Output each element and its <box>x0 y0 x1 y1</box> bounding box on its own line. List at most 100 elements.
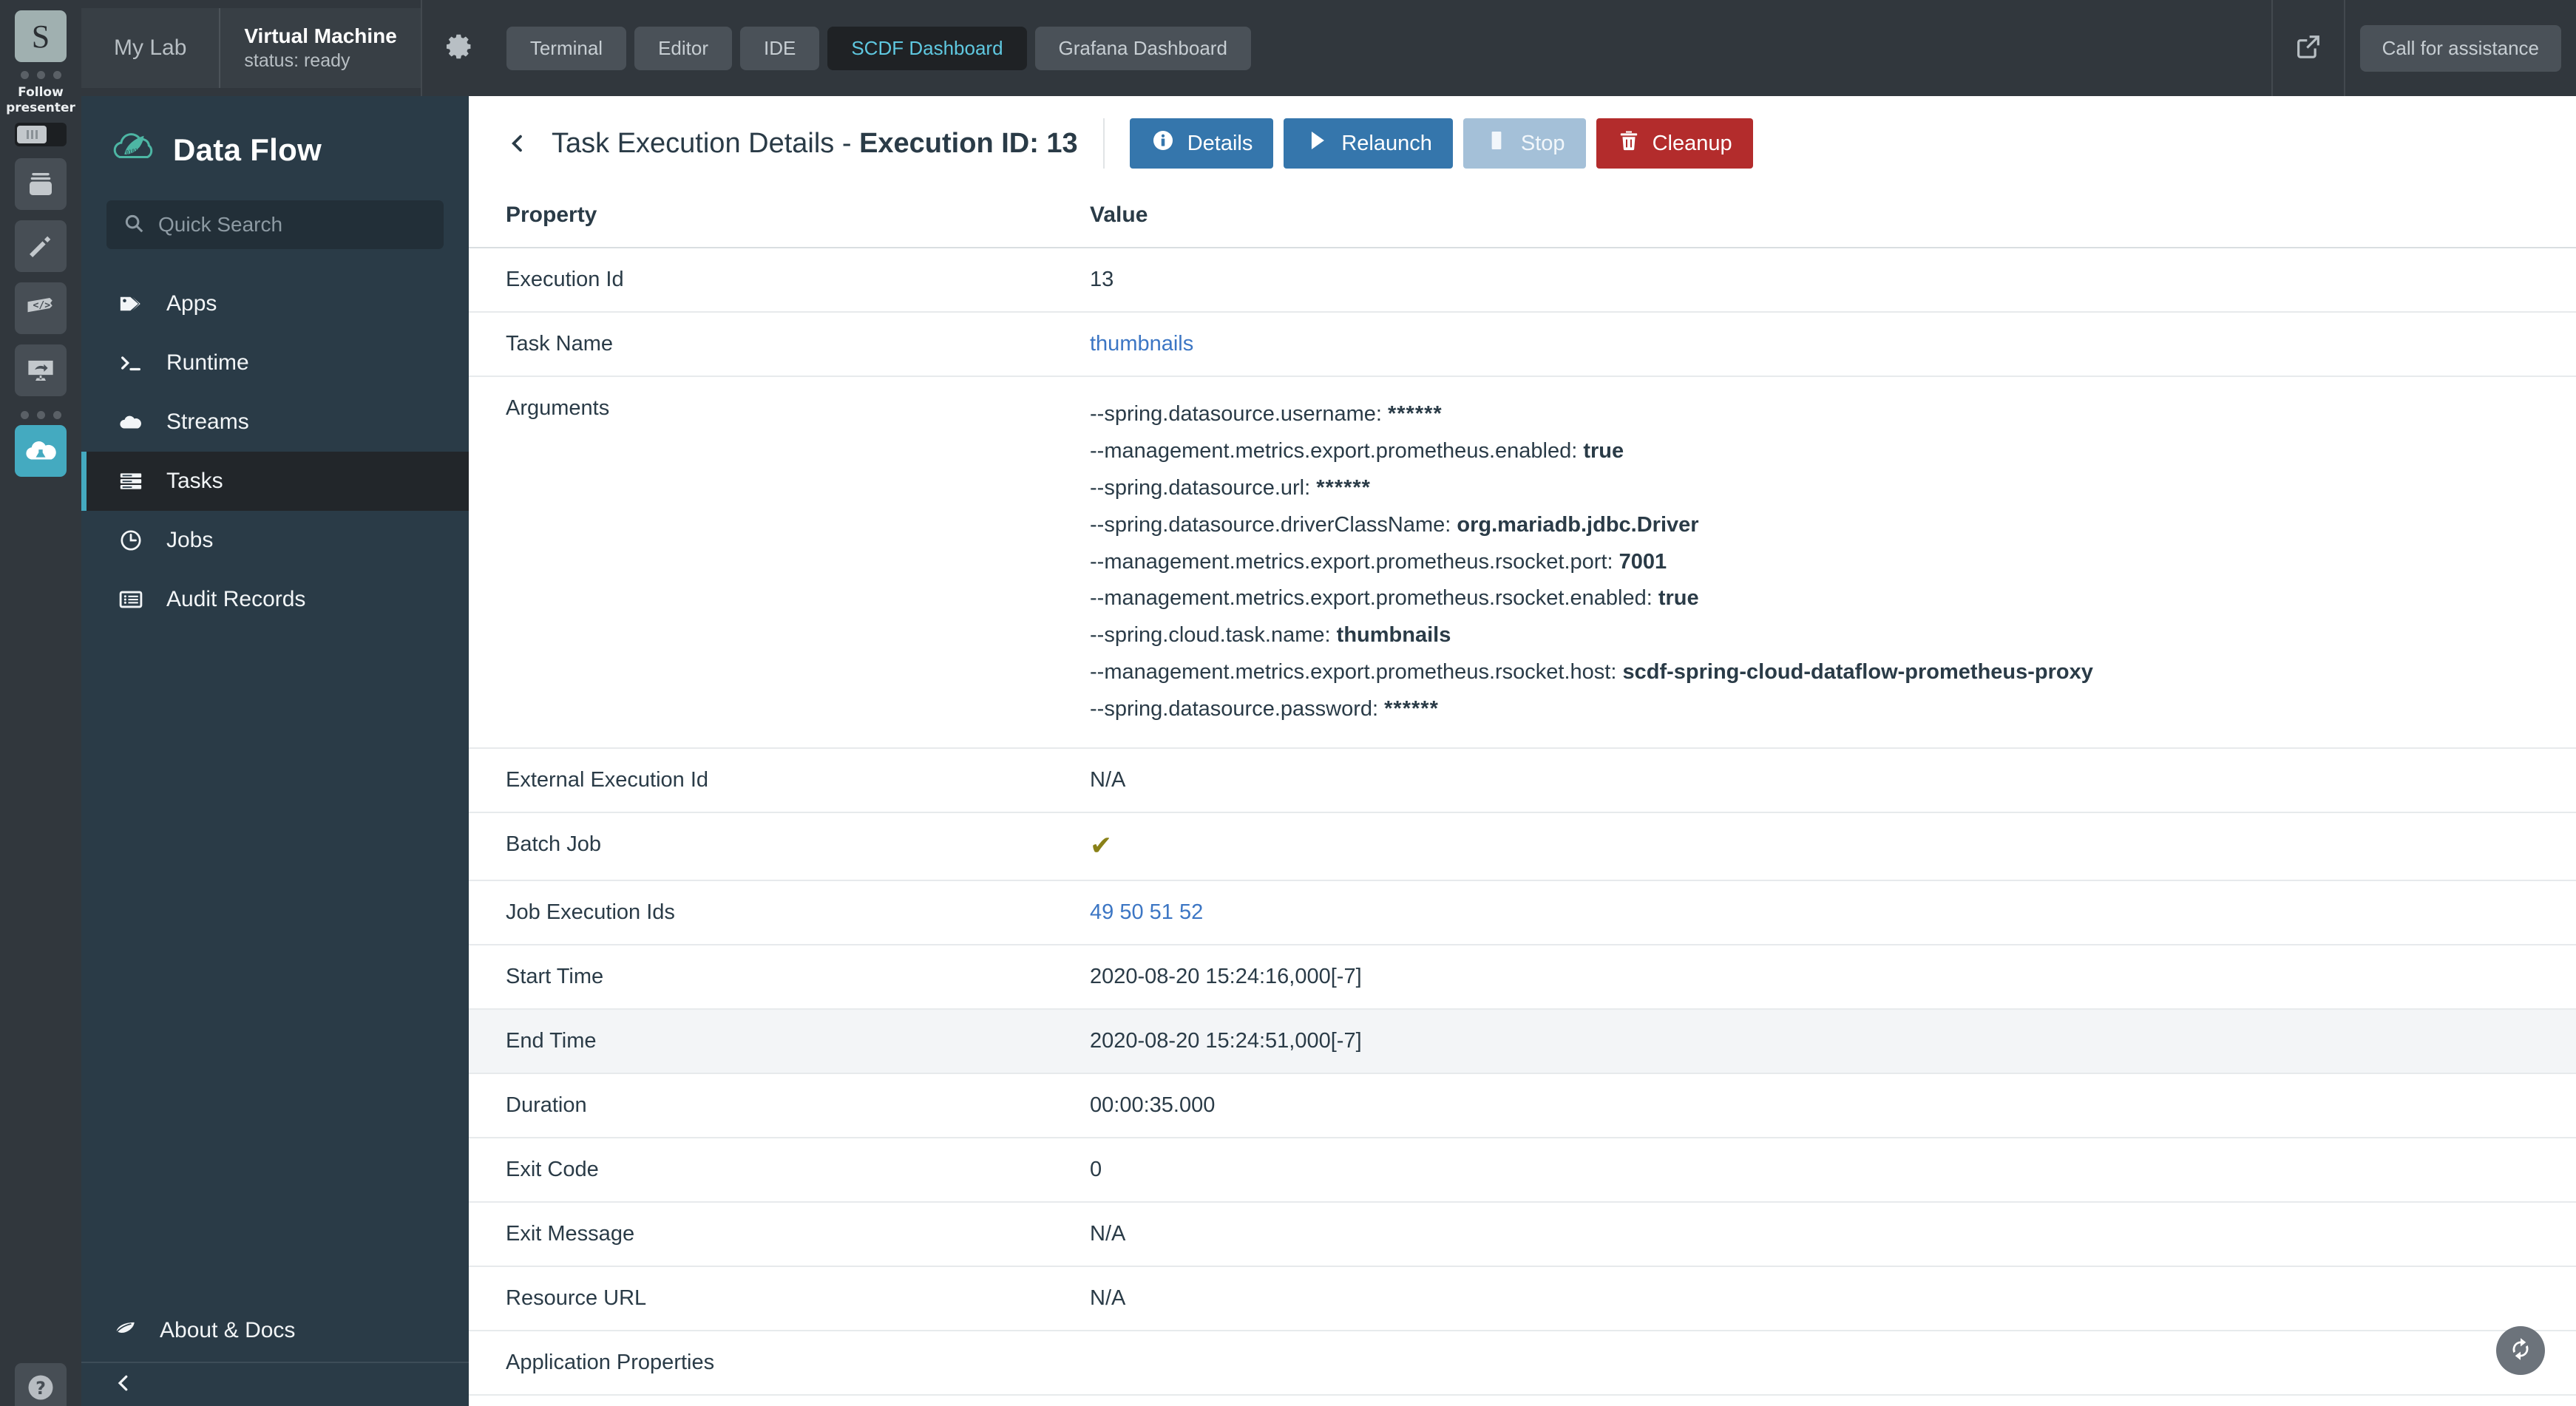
row-label: Start Time <box>469 944 1053 1010</box>
page-header: Task Execution Details - Execution ID: 1… <box>469 96 2576 191</box>
relaunch-button-label: Relaunch <box>1341 131 1432 155</box>
cloud-lab-icon <box>24 434 58 468</box>
svg-text:</>: </> <box>33 300 51 311</box>
sidebar-item-jobs[interactable]: Jobs <box>81 511 469 570</box>
cloud-lab-button[interactable] <box>15 424 67 477</box>
argument-line: --spring.datasource.driverClassName: org… <box>1090 507 2576 544</box>
sidebar-item-label: Tasks <box>166 469 223 493</box>
sidebar-item-audit-records[interactable]: Audit Records <box>81 570 469 629</box>
row-value: N/A <box>1053 1201 2576 1267</box>
argument-line: --management.metrics.export.prometheus.r… <box>1090 654 2576 691</box>
row-label: Execution Id <box>469 248 1053 313</box>
back-button[interactable] <box>506 132 529 155</box>
sidebar-item-label: Apps <box>166 291 217 316</box>
argument-value: ****** <box>1387 402 1443 426</box>
help-button[interactable]: ? <box>15 1363 67 1406</box>
details-button[interactable]: Details <box>1129 118 1274 169</box>
row-value: 00:00:35.000 <box>1053 1073 2576 1138</box>
argument-line: --spring.datasource.username: ****** <box>1090 396 2576 433</box>
tab-grafana-dashboard[interactable]: Grafana Dashboard <box>1034 26 1251 70</box>
table-header-row: Property Value <box>469 191 2576 248</box>
row-label: Arguments <box>469 376 1053 749</box>
follow-presenter-toggle[interactable] <box>15 122 67 146</box>
lab-tabs: Terminal Editor IDE SCDF Dashboard Grafa… <box>498 0 1251 96</box>
row-value <box>1053 1330 2576 1396</box>
virtual-machine-status: Virtual Machine status: ready <box>220 8 421 88</box>
call-for-assistance-button[interactable]: Call for assistance <box>2359 24 2561 72</box>
code-snippet-button[interactable]: </> <box>15 282 67 334</box>
column-header-value: Value <box>1053 191 2576 248</box>
row-label: Task Name <box>469 312 1053 377</box>
argument-key: --spring.datasource.username: <box>1090 402 1388 426</box>
gear-icon <box>444 31 475 66</box>
code-snippet-icon: </> <box>25 293 56 324</box>
row-label: Application Properties <box>469 1330 1053 1396</box>
refresh-button[interactable] <box>2495 1326 2545 1375</box>
records-icon <box>118 587 144 612</box>
argument-key: --management.metrics.export.prometheus.r… <box>1090 660 1623 685</box>
open-external-button[interactable] <box>2271 0 2345 96</box>
main-content: Task Execution Details - Execution ID: 1… <box>469 96 2576 1406</box>
cleanup-button-label: Cleanup <box>1652 131 1732 155</box>
row-label: Duration <box>469 1073 1053 1138</box>
sidebar-collapse-button[interactable] <box>81 1362 469 1406</box>
workspace-logo[interactable]: S <box>15 10 67 62</box>
vm-status: status: ready <box>244 50 350 72</box>
quick-search[interactable]: Quick Search <box>106 200 444 249</box>
table-row: Application Properties <box>469 1330 2576 1396</box>
row-value: 2020-08-20 15:24:16,000[-7] <box>1053 944 2576 1010</box>
row-label: Batch Job <box>469 812 1053 881</box>
sidebar-item-apps[interactable]: Apps <box>81 274 469 333</box>
table-row: Execution Id 13 <box>469 248 2576 313</box>
argument-key: --spring.datasource.url: <box>1090 475 1317 500</box>
screen-share-button[interactable] <box>15 344 67 396</box>
page-title: Task Execution Details - Execution ID: 1… <box>552 128 1078 160</box>
info-circle-icon <box>1150 128 1176 159</box>
stop-button-label: Stop <box>1520 131 1565 155</box>
tag-icon <box>118 291 144 316</box>
row-value: 0 <box>1053 1137 2576 1203</box>
task-name-link[interactable]: thumbnails <box>1090 332 1193 356</box>
argument-value: thumbnails <box>1336 623 1451 648</box>
rail-dots-top <box>20 71 61 79</box>
sidebar-item-tasks[interactable]: Tasks <box>81 452 469 511</box>
tab-scdf-dashboard[interactable]: SCDF Dashboard <box>827 26 1027 70</box>
argument-value: scdf-spring-cloud-dataflow-prometheus-pr… <box>1622 660 2093 685</box>
screen-share-icon <box>25 355 56 386</box>
tab-editor[interactable]: Editor <box>634 26 732 70</box>
column-header-property: Property <box>469 191 1053 248</box>
argument-value: true <box>1658 586 1699 611</box>
sidebar-item-about-docs[interactable]: About & Docs <box>81 1298 469 1362</box>
argument-line: --management.metrics.export.prometheus.r… <box>1090 544 2576 581</box>
chevron-left-icon <box>112 1372 135 1398</box>
stop-button[interactable]: Stop <box>1462 118 1586 169</box>
tab-ide[interactable]: IDE <box>740 26 820 70</box>
stack-button[interactable] <box>15 157 67 210</box>
refresh-icon <box>2506 1335 2535 1367</box>
cleanup-button[interactable]: Cleanup <box>1596 118 1753 169</box>
argument-key: --spring.datasource.password: <box>1090 697 1385 721</box>
follow-presenter-label: Follow presenter <box>6 85 75 116</box>
tasks-list-icon <box>118 469 144 494</box>
search-icon <box>123 212 145 238</box>
svg-text:?: ? <box>35 1378 46 1399</box>
my-lab-label[interactable]: My Lab <box>81 8 221 88</box>
pen-button[interactable] <box>15 220 67 272</box>
settings-button[interactable] <box>420 0 498 96</box>
argument-value: ****** <box>1316 475 1371 500</box>
job-execution-ids-links[interactable]: 49 50 51 52 <box>1090 900 1203 924</box>
row-label: External Execution Id <box>469 747 1053 813</box>
question-mark-icon: ? <box>24 1371 57 1406</box>
argument-key: --management.metrics.export.prometheus.r… <box>1090 586 1658 611</box>
row-label: Platform Properties <box>469 1394 1053 1406</box>
tab-terminal[interactable]: Terminal <box>506 26 627 70</box>
quick-search-placeholder: Quick Search <box>158 213 283 236</box>
relaunch-button[interactable]: Relaunch <box>1284 118 1453 169</box>
sidebar-item-streams[interactable]: Streams <box>81 393 469 452</box>
dataflow-brand[interactable]: 010110 Data Flow <box>81 96 469 200</box>
stop-square-icon <box>1484 128 1509 159</box>
arguments-list: --spring.datasource.username: ****** --ma… <box>1090 396 2576 728</box>
sidebar-item-runtime[interactable]: Runtime <box>81 333 469 393</box>
trash-icon <box>1617 129 1641 158</box>
rail-dots-bottom <box>20 410 61 419</box>
